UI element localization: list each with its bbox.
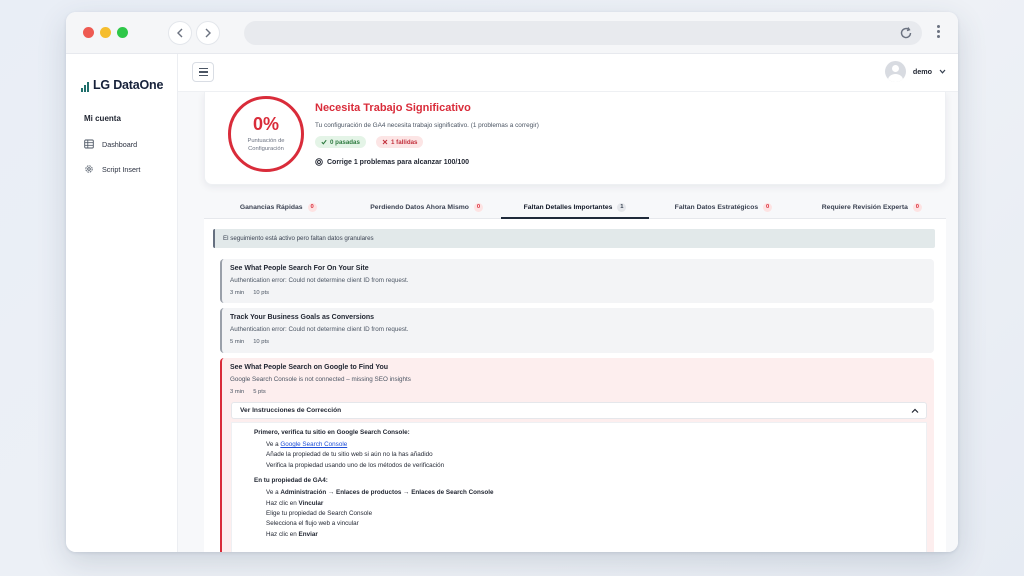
score-ring: 0% Puntuación de Configuración bbox=[228, 96, 304, 172]
close-window-button[interactable] bbox=[83, 27, 94, 38]
tab-faltan-detalles[interactable]: Faltan Detalles Importantes 1 bbox=[500, 196, 650, 219]
browser-menu-icon[interactable] bbox=[932, 25, 944, 41]
instruction-step: Haz clic en Vincular bbox=[266, 499, 324, 507]
instruction-step: Verifica la propiedad usando uno de los … bbox=[266, 461, 445, 469]
logo-bars-icon bbox=[81, 82, 89, 92]
instructions-heading: En tu propiedad de GA4: bbox=[254, 477, 328, 485]
avatar bbox=[884, 61, 906, 82]
issue-time: 3 min bbox=[230, 290, 245, 296]
sidebar-item-label: Dashboard bbox=[102, 139, 138, 149]
sidebar-item-label: Script Insert bbox=[102, 164, 141, 174]
chevron-right-icon bbox=[205, 28, 211, 38]
reload-icon[interactable] bbox=[898, 25, 914, 41]
tab-count-badge: 0 bbox=[307, 202, 317, 212]
tab-count-badge: 0 bbox=[473, 202, 483, 212]
issue-card[interactable]: See What People Search For On Your Site … bbox=[220, 259, 934, 303]
score-title: Necesita Trabajo Significativo bbox=[315, 102, 471, 114]
gsc-link[interactable]: Google Search Console bbox=[280, 441, 347, 448]
instructions-toggle[interactable]: Ver Instrucciones de Corrección bbox=[231, 402, 927, 419]
sidebar: LG DataOne Mi cuenta Dashboard Script In… bbox=[66, 54, 178, 552]
x-icon bbox=[382, 139, 388, 145]
logo[interactable]: LG DataOne bbox=[81, 78, 163, 92]
fix-target: Corrige 1 problemas para alcanzar 100/10… bbox=[315, 158, 469, 166]
username: demo bbox=[912, 67, 932, 76]
target-icon bbox=[315, 158, 323, 166]
instruction-step: Añade la propiedad de tu sitio web si aú… bbox=[266, 451, 433, 459]
sidebar-item-script-insert[interactable]: Script Insert bbox=[84, 164, 140, 174]
main-content: 0% Puntuación de Configuración Necesita … bbox=[178, 92, 958, 552]
instruction-step: Ve a Google Search Console bbox=[266, 441, 348, 448]
chevron-down-icon bbox=[939, 69, 946, 74]
tab-count-badge: 0 bbox=[912, 202, 922, 212]
tab-count-badge: 1 bbox=[617, 202, 627, 212]
issue-points: 10 pts bbox=[253, 339, 269, 345]
score-percent: 0% bbox=[252, 113, 279, 134]
topbar: demo bbox=[178, 54, 958, 92]
info-notice: El seguimiento está activo pero faltan d… bbox=[213, 229, 935, 248]
score-card: 0% Puntuación de Configuración Necesita … bbox=[204, 92, 946, 185]
issue-card-expanded[interactable]: See What People Search on Google to Find… bbox=[220, 358, 934, 552]
failed-badge: 1 fallidas bbox=[376, 136, 424, 148]
issue-description: Google Search Console is not connected –… bbox=[230, 376, 411, 383]
minimize-window-button[interactable] bbox=[100, 27, 111, 38]
tab-perdiendo-datos[interactable]: Perdiendo Datos Ahora Mismo 0 bbox=[352, 196, 500, 218]
browser-titlebar bbox=[66, 12, 958, 54]
instructions-heading: Primero, verifica tu sitio en Google Sea… bbox=[254, 429, 410, 436]
issue-points: 10 pts bbox=[253, 290, 269, 296]
maximize-window-button[interactable] bbox=[117, 27, 128, 38]
instruction-step: Elige tu propiedad de Search Console bbox=[266, 510, 373, 518]
instructions-content: Primero, verifica tu sitio en Google Sea… bbox=[231, 422, 927, 552]
back-button[interactable] bbox=[168, 21, 192, 45]
chevron-left-icon bbox=[177, 28, 183, 38]
passed-badge: 0 pasadas bbox=[315, 136, 366, 148]
sidebar-item-dashboard[interactable]: Dashboard bbox=[84, 139, 137, 149]
browser-window: LG DataOne Mi cuenta Dashboard Script In… bbox=[66, 12, 958, 552]
tab-count-badge: 0 bbox=[763, 202, 773, 212]
tab-ganancias-rapidas[interactable]: Ganancias Rápidas 0 bbox=[204, 196, 352, 218]
forward-button[interactable] bbox=[196, 21, 220, 45]
instruction-step: Ve a Administración → Enlaces de product… bbox=[266, 489, 494, 497]
issue-points: 5 pts bbox=[253, 389, 266, 395]
instruction-step: Selecciona el flujo web a vincular bbox=[266, 520, 359, 528]
tab-faltan-datos-estrategicos[interactable]: Faltan Datos Estratégicos 0 bbox=[649, 196, 797, 218]
issue-description: Authentication error: Could not determin… bbox=[230, 326, 409, 333]
sidebar-heading: Mi cuenta bbox=[84, 114, 121, 123]
issue-description: Authentication error: Could not determin… bbox=[230, 277, 409, 284]
gear-icon bbox=[85, 165, 93, 173]
logo-text: LG DataOne bbox=[93, 78, 164, 92]
tab-requiere-revision[interactable]: Requiere Revisión Experta 0 bbox=[798, 196, 946, 218]
address-bar[interactable] bbox=[244, 21, 922, 45]
chevron-up-icon bbox=[911, 408, 919, 413]
issue-card[interactable]: Track Your Business Goals as Conversions… bbox=[220, 308, 934, 353]
issue-time: 5 min bbox=[230, 339, 245, 345]
issue-title: See What People Search For On Your Site bbox=[230, 265, 369, 272]
issue-time: 3 min bbox=[230, 389, 245, 395]
user-menu[interactable]: demo bbox=[884, 61, 946, 82]
menu-toggle-button[interactable] bbox=[192, 62, 214, 82]
table-icon bbox=[84, 139, 94, 149]
instruction-step: Haz clic en Enviar bbox=[266, 530, 318, 538]
check-icon bbox=[321, 139, 327, 145]
category-tabs: Ganancias Rápidas 0 Perdiendo Datos Ahora… bbox=[204, 196, 946, 219]
score-description: Tu configuración de GA4 necesita trabajo… bbox=[315, 122, 539, 129]
issue-title: See What People Search on Google to Find… bbox=[230, 364, 389, 371]
tab-panel: El seguimiento está activo pero faltan d… bbox=[204, 219, 946, 552]
score-ring-label: Puntuación de Configuración bbox=[247, 137, 285, 152]
issue-title: Track Your Business Goals as Conversions bbox=[230, 314, 375, 321]
